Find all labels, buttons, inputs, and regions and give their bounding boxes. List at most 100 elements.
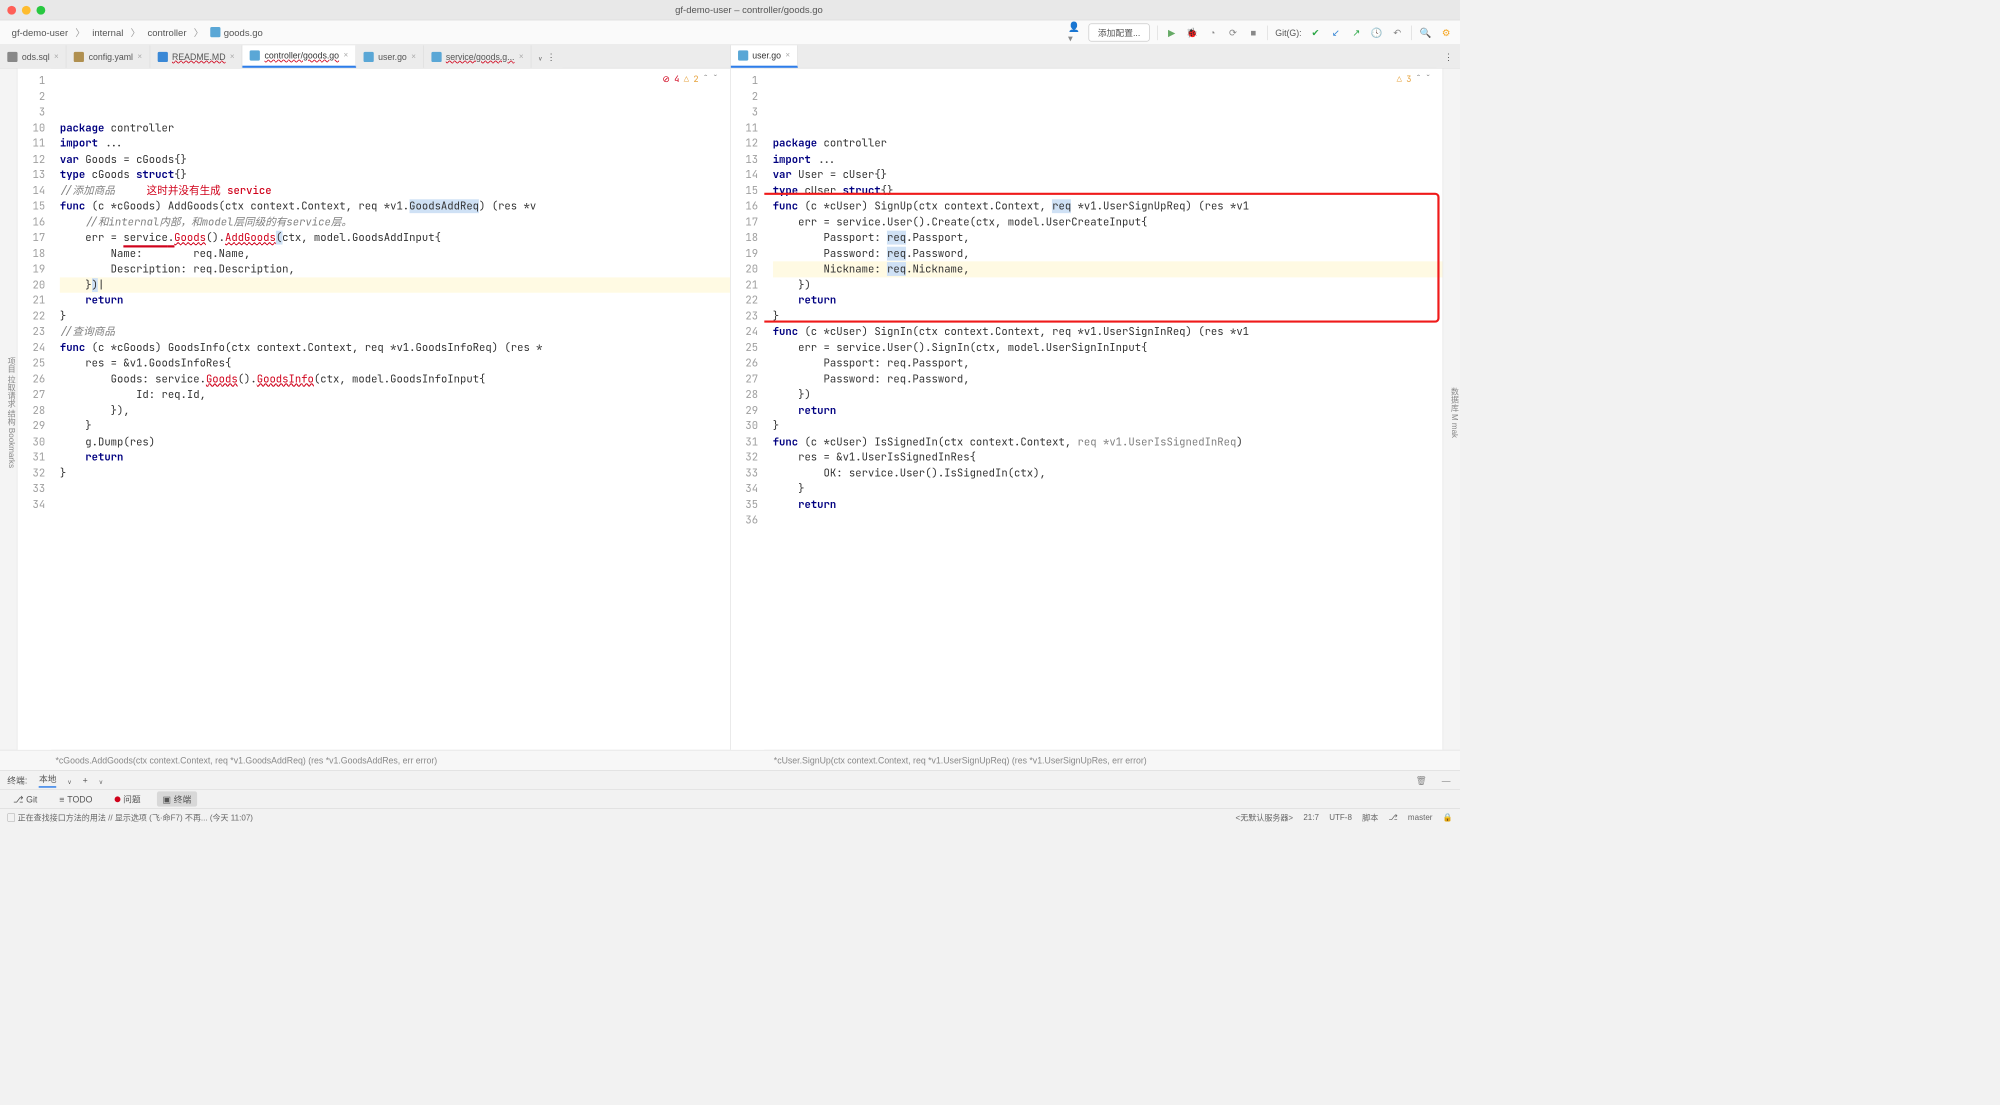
code-line[interactable]: //和internal内部，和model层同级的有service层。 [60,214,730,230]
git-commit-icon[interactable]: ✔ [1309,26,1322,39]
code-line[interactable]: type cUser struct{} [773,183,1443,199]
code-line[interactable]: }) [773,277,1443,293]
code-line[interactable]: Goods: service.Goods().GoodsInfo(ctx, mo… [60,371,730,387]
editor-tab[interactable]: README.MD× [150,45,243,68]
editor-tab[interactable]: user.go× [730,45,798,68]
code-line[interactable]: var Goods = cGoods{} [60,151,730,167]
code-line[interactable]: g.Dump(res) [60,434,730,450]
close-icon[interactable]: × [230,52,235,61]
code-line[interactable]: res = &v1.GoodsInfoRes{ [60,356,730,372]
terminal-tab-local[interactable]: 本地 [39,772,57,787]
code-line[interactable]: func (c *cUser) IsSignedIn(ctx context.C… [773,434,1443,450]
inspections-left[interactable]: ⊘4 △2 ˆˇ [662,72,718,88]
code-line[interactable]: } [60,418,730,434]
crumb-right[interactable]: *cUser.SignUp(ctx context.Context, req *… [730,755,1448,765]
code-line[interactable]: var User = cUser{} [773,167,1443,183]
code-line[interactable]: Password: req.Password, [773,371,1443,387]
close-icon[interactable]: × [54,52,59,61]
settings-icon[interactable]: ⚙ [1440,26,1453,39]
close-icon[interactable]: × [519,52,524,61]
left-tool-strip[interactable]: 项目 拉取请求 结构 Bookmarks [0,69,18,750]
close-icon[interactable]: × [343,51,348,60]
code-line[interactable]: }) [773,387,1443,403]
code-line[interactable]: func (c *cUser) SignIn(ctx context.Conte… [773,324,1443,340]
terminal-chevron-icon[interactable]: — [1440,773,1453,786]
code-line[interactable]: } [773,418,1443,434]
code-line[interactable]: package controller [60,120,730,136]
search-icon[interactable]: 🔍 [1419,26,1432,39]
git-pull-icon[interactable]: ↙ [1329,26,1342,39]
editor-tab[interactable]: service/goods.g...× [424,45,532,68]
crumb-file[interactable]: goods.go [206,26,267,40]
right-tool-strip[interactable]: 数据库 M mak [1442,69,1460,750]
terminal-add[interactable]: + [83,775,88,785]
traffic-close[interactable] [7,5,16,14]
code-line[interactable]: import ... [773,151,1443,167]
code-line[interactable]: }), [60,403,730,419]
tool-todo[interactable]: ≡TODO [53,792,98,805]
status-enc[interactable]: UTF-8 [1329,813,1352,822]
code-line[interactable]: //查询商品 [60,324,730,340]
code-line[interactable]: Passport: req.Passport, [773,230,1443,246]
status-pos[interactable]: 21:7 [1303,813,1319,822]
crumb-left[interactable]: *cGoods.AddGoods(ctx context.Context, re… [12,755,730,765]
code-line[interactable]: OK: service.User().IsSignedIn(ctx), [773,465,1443,481]
inspections-right[interactable]: △3 ˆˇ [1397,72,1431,88]
traffic-min[interactable] [22,5,31,14]
tabs-more[interactable]: ⋮ [1437,45,1460,68]
code-line[interactable]: import ... [60,136,730,152]
run-icon[interactable]: ▶ [1165,26,1178,39]
code-line[interactable]: Name: req.Name, [60,246,730,262]
traffic-max[interactable] [37,5,46,14]
code-line[interactable]: } [773,481,1443,497]
code-line[interactable]: Nickname: req.Nickname, [773,261,1443,277]
code-left[interactable]: ⊘4 △2 ˆˇ package controllerimport ...var… [51,69,730,750]
code-right[interactable]: △3 ˆˇ package controllerimport ...var Us… [764,69,1443,750]
git-history-icon[interactable]: 🕓 [1370,26,1383,39]
code-line[interactable]: return [773,403,1443,419]
tool-problems[interactable]: 问题 [109,791,147,806]
add-config-button[interactable]: 添加配置... [1088,23,1149,41]
code-line[interactable]: Passport: req.Passport, [773,356,1443,372]
crumb-project[interactable]: gf-demo-user [7,26,72,40]
code-line[interactable]: func (c *cGoods) AddGoods(ctx context.Co… [60,199,730,215]
coverage-icon[interactable]: ◔ [1206,26,1219,39]
debug-icon[interactable]: 🐞 [1186,26,1199,39]
lock-icon[interactable]: 🔒 [1443,812,1453,821]
code-line[interactable]: type cGoods struct{} [60,167,730,183]
crumb-folder[interactable]: controller [143,26,191,40]
code-line[interactable]: err = service.Goods().AddGoods(ctx, mode… [60,230,730,246]
code-line[interactable]: return [60,293,730,309]
code-line[interactable]: err = service.User().SignIn(ctx, model.U… [773,340,1443,356]
code-line[interactable]: //添加商品 这时并没有生成 service [60,183,730,199]
code-line[interactable]: err = service.User().Create(ctx, model.U… [773,214,1443,230]
stop-icon[interactable]: ■ [1247,26,1260,39]
git-revert-icon[interactable]: ↶ [1391,26,1404,39]
close-icon[interactable]: × [137,52,142,61]
status-server[interactable]: <无默认服务器> [1236,811,1294,823]
crumb-folder[interactable]: internal [88,26,128,40]
code-line[interactable]: } [60,465,730,481]
code-line[interactable]: return [773,497,1443,513]
code-line[interactable]: func (c *cUser) SignUp(ctx context.Conte… [773,199,1443,215]
code-line[interactable]: } [60,308,730,324]
editor-tab[interactable]: config.yaml× [67,45,150,68]
user-icon[interactable]: 👤▾ [1068,26,1081,39]
close-icon[interactable]: × [785,51,790,60]
profile-icon[interactable]: ⟳ [1226,26,1239,39]
git-push-icon[interactable]: ↗ [1350,26,1363,39]
code-line[interactable]: func (c *cGoods) GoodsInfo(ctx context.C… [60,340,730,356]
code-line[interactable]: Password: req.Password, [773,246,1443,262]
code-line[interactable]: return [60,450,730,466]
tabs-more[interactable]: ᵥ ⋮ [532,45,563,68]
terminal-trash-icon[interactable]: 🗑 [1415,773,1428,786]
editor-tab[interactable]: controller/goods.go× [243,45,357,68]
code-line[interactable]: } [773,308,1443,324]
editor-tab[interactable]: user.go× [356,45,424,68]
editor-tab[interactable]: ods.sql× [0,45,67,68]
close-icon[interactable]: × [411,52,416,61]
tool-terminal[interactable]: ▣终端 [157,791,197,806]
code-line[interactable]: Id: req.Id, [60,387,730,403]
code-line[interactable]: res = &v1.UserIsSignedInRes{ [773,450,1443,466]
status-branch[interactable]: master [1408,813,1433,822]
